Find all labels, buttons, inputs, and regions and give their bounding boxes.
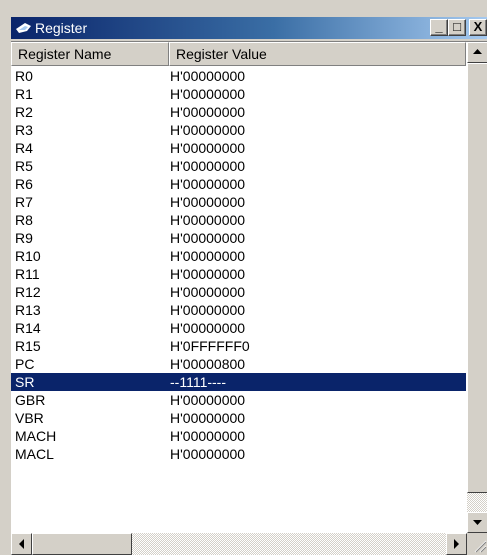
register-name-cell: R1 — [15, 86, 33, 102]
register-rows: R0 H'00000000 R1 H'00000000 R2 H'00000000 R3 H'… — [11, 67, 466, 533]
register-row[interactable]: R7 H'00000000 — [11, 193, 466, 211]
register-row[interactable]: GBR H'00000000 — [11, 391, 466, 409]
register-list: Register Name Register Value R0 H'0000000… — [11, 41, 487, 555]
arrow-left-icon — [19, 539, 24, 549]
register-value-cell[interactable]: H'00000800 — [170, 355, 245, 373]
scroll-left-button[interactable] — [11, 533, 32, 555]
register-row[interactable]: VBR H'00000000 — [11, 409, 466, 427]
minimize-button[interactable]: _ — [430, 19, 448, 36]
register-value-cell[interactable]: H'00000000 — [170, 157, 245, 175]
register-value-cell[interactable]: --1111---- — [170, 373, 226, 391]
horizontal-scroll-thumb[interactable] — [32, 533, 132, 555]
register-value-cell[interactable]: H'00000000 — [170, 103, 245, 121]
register-value-cell[interactable]: H'00000000 — [170, 409, 245, 427]
column-header-register-name[interactable]: Register Name — [11, 42, 169, 66]
list-header: Register Name Register Value — [11, 42, 466, 66]
register-value-cell[interactable]: H'00000000 — [170, 283, 245, 301]
arrow-up-icon — [473, 49, 482, 54]
register-name-cell: R3 — [15, 122, 33, 138]
register-row[interactable]: R9 H'00000000 — [11, 229, 466, 247]
register-name-cell: R5 — [15, 158, 33, 174]
register-name-cell: R8 — [15, 212, 33, 228]
register-name-cell: R15 — [15, 338, 41, 354]
register-value-cell[interactable]: H'00000000 — [170, 247, 245, 265]
register-name-cell: PC — [15, 356, 35, 372]
register-row[interactable]: R1 H'00000000 — [11, 85, 466, 103]
register-value-cell[interactable]: H'00000000 — [170, 265, 245, 283]
register-row[interactable]: R3 H'00000000 — [11, 121, 466, 139]
register-row[interactable]: R8 H'00000000 — [11, 211, 466, 229]
register-value-cell[interactable]: H'00000000 — [170, 193, 245, 211]
register-value-cell[interactable]: H'00000000 — [170, 301, 245, 319]
register-value-cell[interactable]: H'00000000 — [170, 427, 245, 445]
register-value-cell[interactable]: H'0FFFFFF0 — [170, 337, 250, 355]
register-row[interactable]: MACH H'00000000 — [11, 427, 466, 445]
register-row[interactable]: R0 H'00000000 — [11, 67, 466, 85]
register-row[interactable]: R11 H'00000000 — [11, 265, 466, 283]
register-name-cell: R7 — [15, 194, 33, 210]
register-value-cell[interactable]: H'00000000 — [170, 121, 245, 139]
vertical-scroll-thumb[interactable] — [467, 63, 487, 493]
register-row[interactable]: R12 H'00000000 — [11, 283, 466, 301]
register-name-cell: R11 — [15, 266, 40, 282]
register-name-cell: R12 — [15, 284, 41, 300]
register-row[interactable]: R5 H'00000000 — [11, 157, 466, 175]
register-value-cell[interactable]: H'00000000 — [170, 391, 245, 409]
maximize-button[interactable]: □ — [448, 19, 466, 36]
register-name-cell: GBR — [15, 392, 46, 408]
column-header-register-value[interactable]: Register Value — [169, 42, 466, 66]
register-name-cell: R10 — [15, 248, 41, 264]
register-name-cell: R4 — [15, 140, 33, 156]
horizontal-scrollbar[interactable] — [11, 533, 467, 555]
register-value-cell[interactable]: H'00000000 — [170, 229, 245, 247]
register-name-cell: R13 — [15, 302, 41, 318]
register-name-cell: VBR — [15, 410, 44, 426]
register-row[interactable]: R4 H'00000000 — [11, 139, 466, 157]
register-row[interactable]: R2 H'00000000 — [11, 103, 466, 121]
register-value-cell[interactable]: H'00000000 — [170, 85, 245, 103]
window-title: Register — [35, 20, 88, 36]
register-row[interactable]: R13 H'00000000 — [11, 301, 466, 319]
scroll-down-button[interactable] — [467, 512, 487, 533]
register-name-cell: R14 — [15, 320, 41, 336]
register-name-cell: R0 — [15, 68, 33, 84]
scroll-right-button[interactable] — [446, 533, 467, 555]
register-row[interactable]: R6 H'00000000 — [11, 175, 466, 193]
size-grip-icon — [474, 540, 487, 553]
register-name-cell: SR — [15, 374, 35, 390]
arrow-down-icon — [473, 520, 482, 525]
register-name-cell: MACL — [15, 446, 54, 462]
register-value-cell[interactable]: H'00000000 — [170, 445, 245, 463]
register-value-cell[interactable]: H'00000000 — [170, 67, 245, 85]
close-button[interactable]: X — [469, 19, 487, 36]
register-name-cell: R9 — [15, 230, 33, 246]
register-value-cell[interactable]: H'00000000 — [170, 211, 245, 229]
register-row[interactable]: R15 H'0FFFFFF0 — [11, 337, 466, 355]
register-app-icon — [16, 23, 31, 33]
register-row[interactable]: MACL H'00000000 — [11, 445, 466, 463]
title-bar[interactable]: Register _ □ X — [11, 17, 487, 39]
register-name-cell: R2 — [15, 104, 33, 120]
register-row[interactable]: R10 H'00000000 — [11, 247, 466, 265]
vertical-scrollbar[interactable] — [467, 42, 487, 533]
register-value-cell[interactable]: H'00000000 — [170, 319, 245, 337]
register-value-cell[interactable]: H'00000000 — [170, 139, 245, 157]
register-row[interactable]: R14 H'00000000 — [11, 319, 466, 337]
register-name-cell: R6 — [15, 176, 33, 192]
register-row[interactable]: SR --1111---- — [11, 373, 466, 391]
scroll-up-button[interactable] — [467, 42, 487, 63]
resize-grip[interactable] — [467, 533, 487, 555]
register-value-cell[interactable]: H'00000000 — [170, 175, 245, 193]
register-row[interactable]: PC H'00000800 — [11, 355, 466, 373]
arrow-right-icon — [454, 539, 459, 549]
register-window: Register _ □ X Register Name Register Va… — [0, 0, 487, 555]
register-name-cell: MACH — [15, 428, 57, 444]
